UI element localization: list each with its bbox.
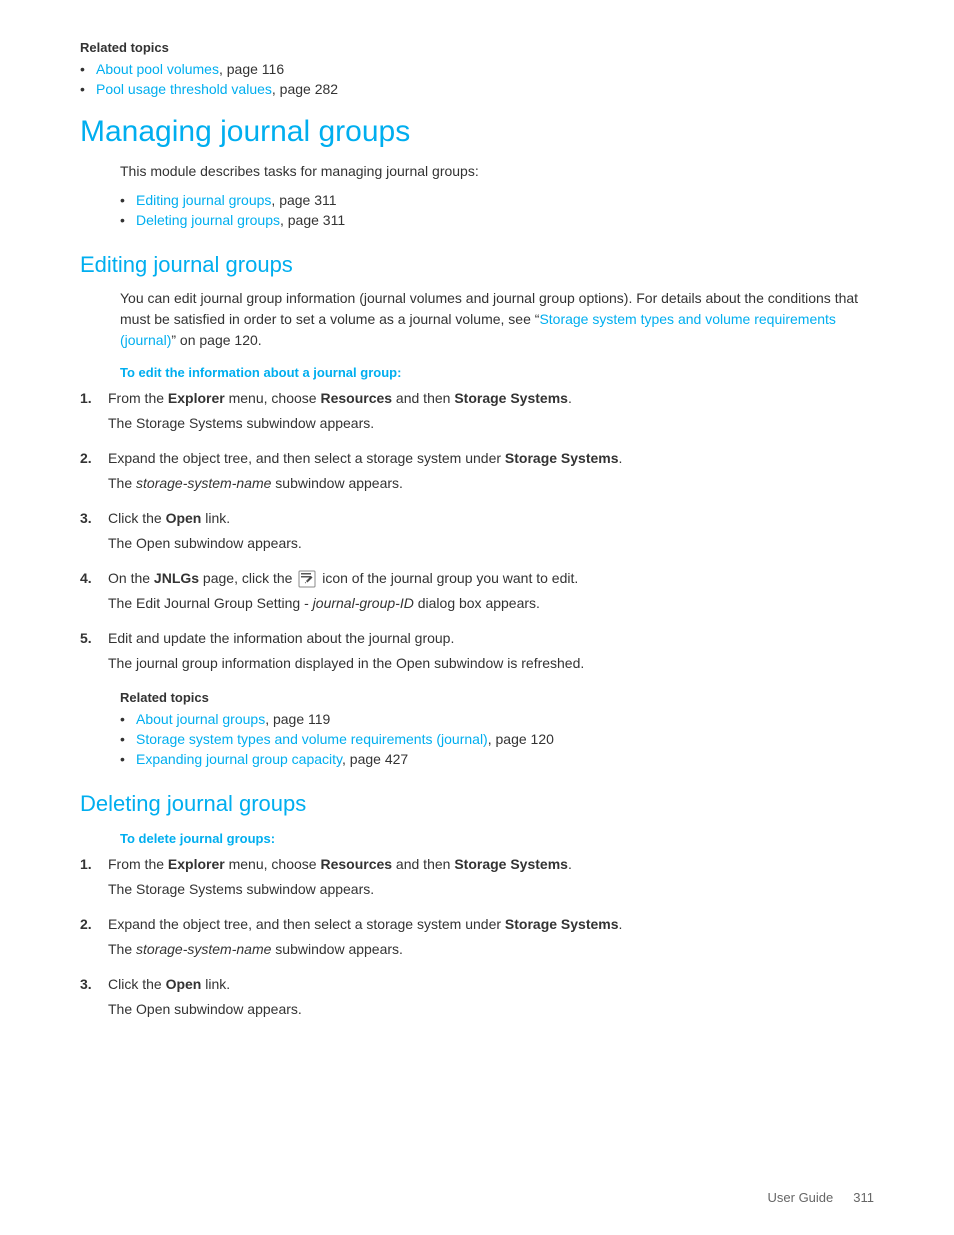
related-topics-top: Related topics About pool volumes, page … (80, 40, 874, 97)
step-content-3: Click the Open link. The Open subwindow … (108, 508, 874, 554)
step-note-1: The Storage Systems subwindow appears. (108, 413, 874, 434)
step-5: 5. Edit and update the information about… (80, 628, 874, 674)
del-step-content-1: From the Explorer menu, choose Resources… (108, 854, 874, 900)
pool-usage-threshold-page: , page 282 (272, 81, 338, 97)
related-topics-top-list: About pool volumes, page 116 Pool usage … (80, 61, 874, 97)
list-item: About pool volumes, page 116 (80, 61, 874, 77)
intro-text: This module describes tasks for managing… (80, 161, 874, 182)
step-num-1: 1. (80, 388, 108, 434)
list-item: About journal groups, page 119 (120, 711, 874, 727)
editing-journal-groups-link[interactable]: Editing journal groups (136, 192, 271, 208)
editing-steps-list: 1. From the Explorer menu, choose Resour… (80, 388, 874, 674)
related-topics-label: Related topics (80, 40, 874, 55)
list-item: Deleting journal groups, page 311 (120, 212, 874, 228)
step-note-5: The journal group information displayed … (108, 653, 874, 674)
deleting-steps-list: 1. From the Explorer menu, choose Resour… (80, 854, 874, 1020)
step-num-2: 2. (80, 448, 108, 494)
editing-journal-groups-page: , page 311 (271, 192, 336, 208)
del-step-3: 3. Click the Open link. The Open subwind… (80, 974, 874, 1020)
deleting-journal-groups-page: , page 311 (280, 212, 345, 228)
del-step-1: 1. From the Explorer menu, choose Resour… (80, 854, 874, 900)
del-step-content-3: Click the Open link. The Open subwindow … (108, 974, 874, 1020)
step-num-4: 4. (80, 568, 108, 614)
step-4: 4. On the JNLGs page, click the icon (80, 568, 874, 614)
del-step-content-2: Expand the object tree, and then select … (108, 914, 874, 960)
list-item: Editing journal groups, page 311 (120, 192, 874, 208)
deleting-journal-groups-link[interactable]: Deleting journal groups (136, 212, 280, 228)
about-pool-volumes-page: , page 116 (219, 61, 284, 77)
intro-links-list: Editing journal groups, page 311 Deletin… (80, 192, 874, 228)
step-note-3: The Open subwindow appears. (108, 533, 874, 554)
editing-description: You can edit journal group information (… (80, 288, 874, 351)
step-note-4: The Edit Journal Group Setting - journal… (108, 593, 874, 614)
edit-procedure-label: To edit the information about a journal … (80, 365, 874, 380)
deleting-section-title: Deleting journal groups (80, 791, 874, 817)
list-item: Storage system types and volume requirem… (120, 731, 874, 747)
editing-related-label: Related topics (120, 690, 874, 705)
about-journal-groups-link[interactable]: About journal groups (136, 711, 265, 727)
about-pool-volumes-link[interactable]: About pool volumes (96, 61, 219, 77)
edit-icon (298, 570, 316, 588)
step-content-1: From the Explorer menu, choose Resources… (108, 388, 874, 434)
editing-related-topics: Related topics About journal groups, pag… (80, 690, 874, 767)
pool-usage-threshold-link[interactable]: Pool usage threshold values (96, 81, 272, 97)
expanding-journal-group-link[interactable]: Expanding journal group capacity (136, 751, 342, 767)
guide-text: User Guide (768, 1190, 834, 1205)
editing-related-list: About journal groups, page 119 Storage s… (120, 711, 874, 767)
storage-system-types-link[interactable]: Storage system types and volume requirem… (136, 731, 488, 747)
step-num-5: 5. (80, 628, 108, 674)
list-item: Expanding journal group capacity, page 4… (120, 751, 874, 767)
del-step-num-1: 1. (80, 854, 108, 900)
list-item: Pool usage threshold values, page 282 (80, 81, 874, 97)
editing-section-title: Editing journal groups (80, 252, 874, 278)
delete-procedure-label: To delete journal groups: (80, 831, 874, 846)
del-step-note-2: The storage-system-name subwindow appear… (108, 939, 874, 960)
step-1: 1. From the Explorer menu, choose Resour… (80, 388, 874, 434)
step-note-2: The storage-system-name subwindow appear… (108, 473, 874, 494)
del-step-num-3: 3. (80, 974, 108, 1020)
step-2: 2. Expand the object tree, and then sele… (80, 448, 874, 494)
del-step-num-2: 2. (80, 914, 108, 960)
step-content-4: On the JNLGs page, click the icon of the… (108, 568, 874, 614)
del-step-note-3: The Open subwindow appears. (108, 999, 874, 1020)
step-num-3: 3. (80, 508, 108, 554)
del-step-2: 2. Expand the object tree, and then sele… (80, 914, 874, 960)
step-content-2: Expand the object tree, and then select … (108, 448, 874, 494)
step-3: 3. Click the Open link. The Open subwind… (80, 508, 874, 554)
del-step-note-1: The Storage Systems subwindow appears. (108, 879, 874, 900)
main-title: Managing journal groups (80, 115, 874, 149)
step-content-5: Edit and update the information about th… (108, 628, 874, 674)
page-number: 311 (853, 1190, 874, 1205)
page-footer: User Guide 311 (768, 1190, 874, 1205)
